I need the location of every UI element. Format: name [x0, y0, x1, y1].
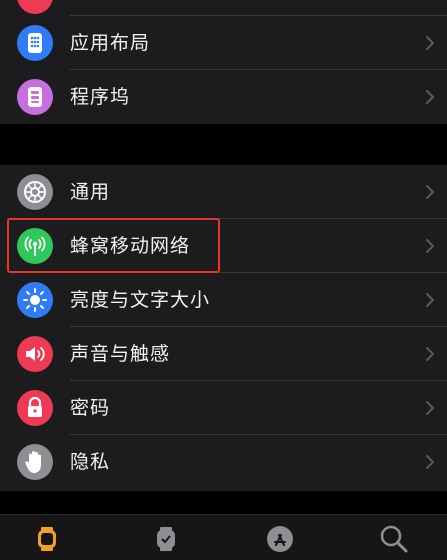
- cellular-antenna-icon: [17, 228, 53, 264]
- settings-group-2: 通用 蜂窝移动网络 亮度与文字大小 声音与触感 密码 隐私: [0, 165, 447, 491]
- chevron-right-icon: [426, 455, 435, 469]
- hand-icon: [17, 444, 53, 480]
- settings-row-dock[interactable]: 程序坞: [0, 70, 447, 124]
- chevron-right-icon: [426, 90, 435, 104]
- tab-search[interactable]: [378, 523, 410, 555]
- settings-row-privacy[interactable]: 隐私: [0, 435, 447, 489]
- settings-row-app-layout[interactable]: 应用布局: [0, 16, 447, 70]
- brightness-sun-icon: [17, 282, 53, 318]
- settings-group-top: [0, 0, 447, 16]
- settings-row-label: 程序坞: [70, 86, 131, 108]
- partial-row-icon: [17, 0, 53, 14]
- app-layout-grid-icon: [17, 25, 53, 61]
- gear-icon: [17, 174, 53, 210]
- app-store-icon: [267, 526, 293, 552]
- tab-face-gallery[interactable]: [150, 523, 182, 555]
- chevron-right-icon: [426, 347, 435, 361]
- watch-face-gallery-icon: [157, 527, 175, 551]
- chevron-right-icon: [426, 239, 435, 253]
- settings-row-cellular[interactable]: 蜂窝移动网络: [0, 219, 447, 273]
- settings-group-1: 应用布局 程序坞: [0, 16, 447, 124]
- settings-row-label: 通用: [70, 181, 111, 203]
- chevron-right-icon: [426, 293, 435, 307]
- settings-row-label: 密码: [70, 397, 111, 419]
- tab-app-store[interactable]: [264, 523, 296, 555]
- settings-row-label: 隐私: [70, 451, 111, 473]
- speaker-icon: [17, 336, 53, 372]
- my-watch-icon: [38, 527, 56, 551]
- chevron-right-icon: [426, 185, 435, 199]
- settings-row-passcode[interactable]: 密码: [0, 381, 447, 435]
- settings-row-label: 应用布局: [70, 32, 151, 54]
- search-icon: [380, 525, 408, 553]
- settings-row-label: 声音与触感: [70, 343, 171, 365]
- tab-my-watch[interactable]: [31, 523, 63, 555]
- chevron-right-icon: [426, 401, 435, 415]
- settings-row-brightness[interactable]: 亮度与文字大小: [0, 273, 447, 327]
- lock-icon: [17, 390, 53, 426]
- settings-row-sounds[interactable]: 声音与触感: [0, 327, 447, 381]
- settings-row-label: 蜂窝移动网络: [70, 235, 191, 257]
- chevron-right-icon: [426, 36, 435, 50]
- settings-row-label: 亮度与文字大小: [70, 289, 211, 311]
- tab-bar: [0, 514, 447, 560]
- settings-row-general[interactable]: 通用: [0, 165, 447, 219]
- dock-icon: [17, 79, 53, 115]
